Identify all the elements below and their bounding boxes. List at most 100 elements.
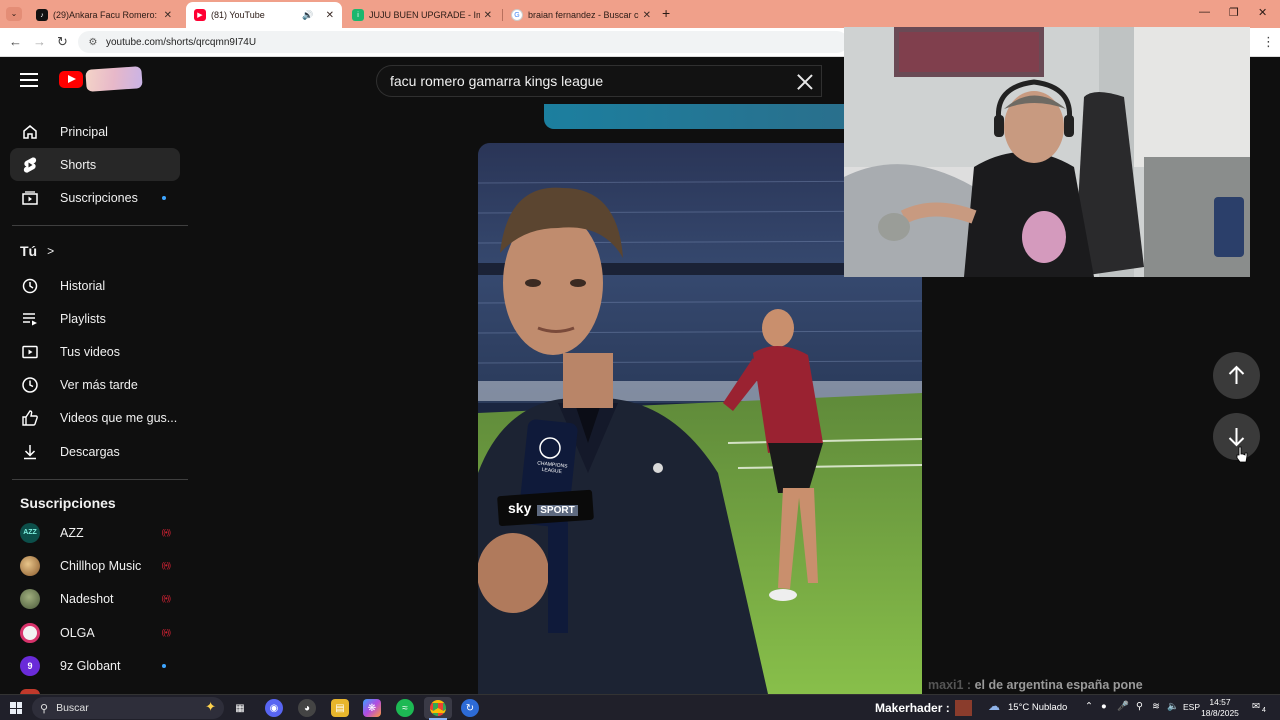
forward-icon[interactable]: →	[33, 34, 46, 49]
volume-icon[interactable]: 🔈	[1167, 701, 1179, 712]
streamer-channel-label: Makerhader :	[875, 701, 950, 715]
youtube-icon: ▶	[194, 9, 206, 21]
wifi-icon[interactable]: ≋	[1152, 701, 1160, 712]
arrow-up-icon	[1228, 365, 1245, 384]
streamer-webcam-overlay	[844, 27, 1250, 277]
close-tab-icon[interactable]: ✕	[164, 10, 172, 21]
close-tab-icon[interactable]: ✕	[484, 10, 492, 21]
home-icon	[20, 122, 40, 142]
notifications-icon[interactable]: ✉	[1252, 701, 1260, 712]
channel-avatar	[20, 555, 40, 576]
sidebar-item-descargas[interactable]: Descargas	[10, 435, 180, 468]
watch-later-icon	[20, 375, 40, 395]
weather-text[interactable]: 15°C Nublado	[1008, 702, 1067, 713]
task-view-icon[interactable]: ▦	[231, 699, 249, 717]
youtube-sidebar: Principal Shorts Suscripciones Tú > Hist…	[0, 105, 192, 695]
file-explorer-icon[interactable]: ▤	[331, 699, 349, 717]
chat-nickname: maxi1 :	[928, 678, 972, 692]
sidebar-divider	[12, 479, 188, 480]
browser-menu-icon[interactable]: ⋮	[1262, 34, 1275, 50]
minimize-icon[interactable]: —	[1199, 6, 1210, 18]
sidebar-item-label: Shorts	[60, 157, 97, 172]
browser-tab-bar: ⌄ ♪ (29)Ankara Facu Romero: Kings ✕ ▶ (8…	[0, 0, 1280, 28]
copilot-icon[interactable]: ❋	[363, 699, 381, 717]
obs-icon[interactable]: ◕	[298, 699, 316, 717]
your-videos-icon	[20, 342, 40, 362]
speaker-icon[interactable]: 🔊	[302, 10, 313, 21]
playlists-icon	[20, 309, 40, 329]
url-text: youtube.com/shorts/qrcqmn9I74U	[106, 36, 257, 48]
sidebar-item-videos-que-me-gustan[interactable]: Videos que me gus...	[10, 401, 180, 434]
close-tab-icon[interactable]: ✕	[643, 10, 651, 21]
you-heading-label: Tú	[20, 243, 38, 259]
youtube-logo-icon[interactable]	[59, 71, 83, 88]
clear-search-icon[interactable]	[795, 72, 815, 92]
microphone-icon[interactable]: 🎤	[1117, 701, 1129, 712]
sidebar-subscriptions-heading: Suscripciones	[20, 495, 116, 511]
browser-tab-imgur[interactable]: i JUJU BUEN UPGRADE - Imgur ✕	[344, 2, 500, 28]
sidebar-channel-9z-globant[interactable]: 9 9z Globant	[10, 649, 180, 682]
location-icon[interactable]: ⚲	[1136, 701, 1143, 712]
weather-cloud-icon: ☁	[988, 699, 1000, 713]
discord-icon[interactable]: ◉	[265, 699, 283, 717]
sidebar-item-tus-videos[interactable]: Tus videos	[10, 335, 180, 368]
youtube-doodle[interactable]	[85, 66, 143, 92]
browser-tab-tiktok[interactable]: ♪ (29)Ankara Facu Romero: Kings ✕	[28, 2, 180, 28]
search-input[interactable]: facu romero gamarra kings league	[376, 65, 822, 97]
close-window-icon[interactable]: ✕	[1258, 6, 1267, 19]
live-indicator-icon: ((•))	[161, 528, 172, 537]
webcam-image	[844, 27, 1250, 277]
sidebar-item-label: Playlists	[60, 311, 106, 326]
sidebar-item-label: Suscripciones	[60, 190, 138, 205]
back-icon[interactable]: ←	[9, 34, 22, 49]
thumbs-up-icon	[20, 408, 40, 428]
sidebar-item-ver-mas-tarde[interactable]: Ver más tarde	[10, 368, 180, 401]
sidebar-channel-nadeshot[interactable]: Nadeshot ((•))	[10, 582, 180, 615]
channel-name: 9z Globant	[60, 658, 121, 673]
clock-date: 18/8/2025	[1201, 708, 1239, 718]
browser-tab-google[interactable]: G braian fernandez - Buscar con G ✕	[503, 2, 659, 28]
new-content-dot	[162, 195, 166, 200]
sidebar-item-shorts[interactable]: Shorts	[10, 148, 180, 181]
mic-brand-sky: sky	[508, 500, 532, 516]
google-icon: G	[511, 9, 523, 21]
previous-short-button[interactable]	[1213, 352, 1260, 399]
sidebar-item-historial[interactable]: Historial	[10, 269, 180, 302]
sidebar-item-label: Principal	[60, 124, 108, 139]
sidebar-item-playlists[interactable]: Playlists	[10, 302, 180, 335]
browser-tab-youtube[interactable]: ▶ (81) YouTube 🔊 ✕	[186, 2, 342, 28]
sidebar-item-principal[interactable]: Principal	[10, 115, 180, 148]
hamburger-menu-icon[interactable]	[20, 73, 38, 87]
quick-assist-icon[interactable]: ↻	[461, 699, 479, 717]
mic-brand-text: sky SPORT	[508, 500, 578, 516]
taskbar-search-box[interactable]: ⚲ Buscar ✦	[32, 697, 224, 719]
chat-message: el de argentina españa pone	[974, 678, 1143, 692]
new-tab-icon[interactable]: +	[662, 5, 670, 21]
sidebar-channel-azz[interactable]: AZZ AZZ ((•))	[10, 516, 180, 549]
tray-app-icon[interactable]: ●	[1101, 701, 1107, 712]
site-info-icon[interactable]: ⚙	[86, 35, 100, 49]
tab-title: (81) YouTube	[211, 10, 265, 20]
system-clock[interactable]: 14:57 18/8/2025	[1198, 697, 1242, 719]
sidebar-item-label: Descargas	[60, 444, 120, 459]
tab-title: (29)Ankara Facu Romero: Kings	[53, 10, 160, 20]
search-highlight-icon: ✦	[205, 699, 216, 714]
spotify-icon[interactable]: ≈	[396, 699, 414, 717]
url-field[interactable]: ⚙ youtube.com/shorts/qrcqmn9I74U	[78, 31, 848, 53]
tray-overflow-icon[interactable]: ⌃	[1085, 701, 1093, 712]
tab-search-dropdown-button[interactable]: ⌄	[6, 7, 22, 21]
windows-taskbar: ⚲ Buscar ✦ ▦ ◉ ◕ ▤ ❋ ≈ ↻ Makerhader : ☁ …	[0, 694, 1280, 720]
windows-start-icon[interactable]	[10, 702, 22, 714]
chrome-taskbar-button[interactable]	[424, 697, 452, 719]
sidebar-you-heading[interactable]: Tú >	[20, 243, 54, 259]
reload-icon[interactable]: ↻	[57, 34, 68, 50]
sidebar-item-suscripciones[interactable]: Suscripciones	[10, 181, 180, 214]
channel-avatar: 9	[20, 655, 40, 676]
restore-icon[interactable]: ❐	[1229, 6, 1239, 19]
chrome-icon	[430, 700, 446, 716]
sidebar-channel-olga[interactable]: OLGA ((•))	[10, 616, 180, 649]
tab-title: braian fernandez - Buscar con G	[528, 10, 639, 20]
close-tab-icon[interactable]: ✕	[326, 10, 334, 21]
sidebar-channel-chillhop[interactable]: Chillhop Music ((•))	[10, 549, 180, 582]
previous-short-edge	[544, 104, 854, 129]
